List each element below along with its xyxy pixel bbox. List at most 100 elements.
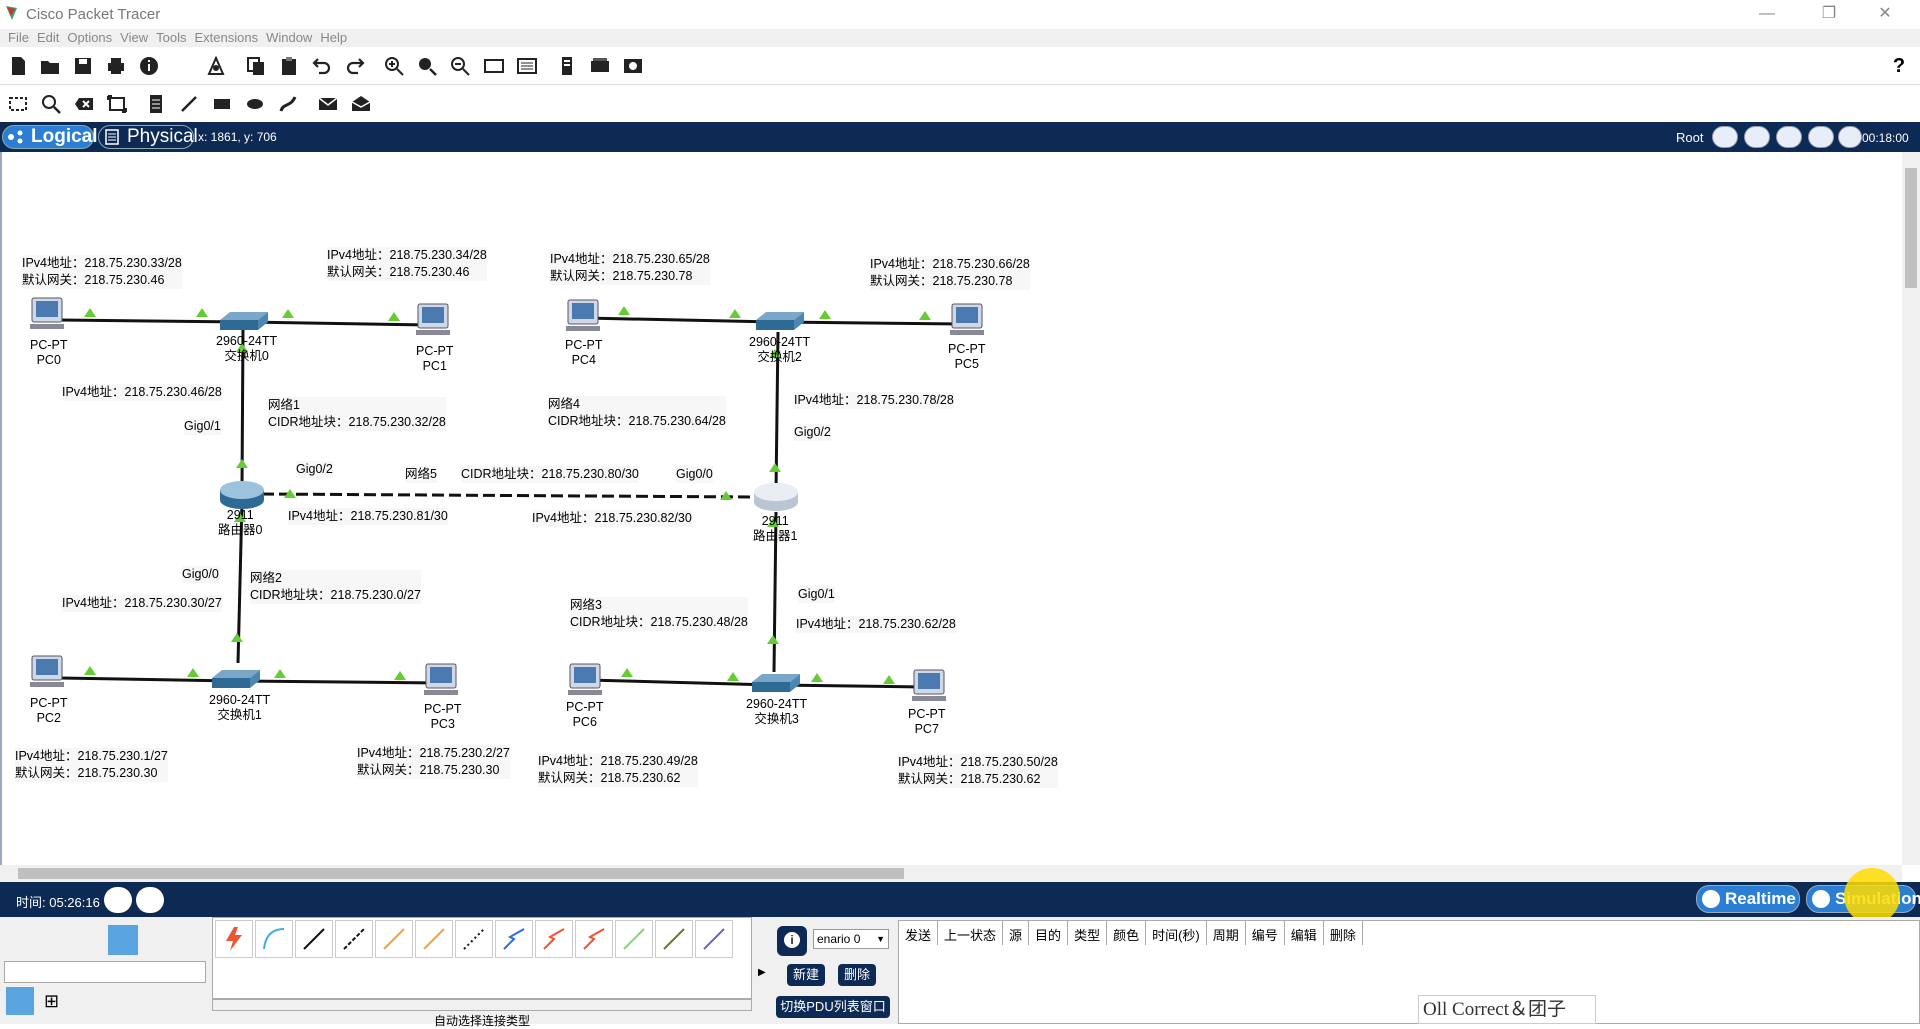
col-source[interactable]: 源 — [1003, 921, 1030, 945]
set-background-icon[interactable] — [1808, 126, 1834, 148]
note-pc3-ip[interactable]: IPv4地址：218.75.230.2/27 默认网关：218.75.230.3… — [357, 745, 510, 779]
scroll-thumb[interactable] — [1905, 168, 1917, 288]
multiuser-icon[interactable] — [176, 925, 206, 955]
connections-icon[interactable] — [108, 925, 138, 955]
fast-forward-icon[interactable] — [136, 887, 164, 913]
col-fire[interactable]: 发送 — [899, 921, 939, 945]
iot-cable-icon[interactable] — [615, 920, 653, 958]
note-pc5-ip[interactable]: IPv4地址：218.75.230.66/28 默认网关：218.75.230.… — [870, 256, 1030, 290]
screenshot-icon[interactable] — [620, 53, 646, 79]
save-icon[interactable] — [70, 53, 96, 79]
note-pc0-ip[interactable]: IPv4地址：218.75.230.33/28 默认网关：218.75.230.… — [22, 255, 182, 289]
freeform-tool-icon[interactable] — [275, 91, 301, 117]
menu-file[interactable]: File — [0, 29, 29, 47]
phone-cable-icon[interactable] — [415, 920, 453, 958]
lightning-icon[interactable] — [6, 987, 34, 1015]
col-periodic[interactable]: 周期 — [1207, 921, 1246, 945]
drawing-palette-icon[interactable] — [481, 53, 507, 79]
note-pc2-ip[interactable]: IPv4地址：218.75.230.1/27 默认网关：218.75.230.3… — [15, 748, 168, 782]
menu-extensions[interactable]: Extensions — [186, 29, 258, 47]
info-button[interactable]: i — [777, 926, 807, 956]
note-router0-g00-ip[interactable]: IPv4地址：218.75.230.30/27 — [62, 595, 222, 612]
undo-icon[interactable] — [309, 53, 335, 79]
col-time[interactable]: 时间(秒) — [1146, 921, 1207, 945]
ellipse-tool-icon[interactable] — [242, 91, 268, 117]
rectangle-tool-icon[interactable] — [209, 91, 235, 117]
note-gig0-2-r0[interactable]: Gig0/2 — [296, 461, 333, 478]
network-devices-icon[interactable] — [6, 925, 36, 955]
auto-connection-icon[interactable] — [215, 920, 253, 958]
octal-icon[interactable] — [575, 920, 613, 958]
new-scenario-button[interactable]: 新建 — [787, 964, 825, 986]
note-pc6-ip[interactable]: IPv4地址：218.75.230.49/28 默认网关：218.75.230.… — [538, 753, 698, 787]
note-pc1-ip[interactable]: IPv4地址：218.75.230.34/28 默认网关：218.75.230.… — [327, 247, 487, 281]
logical-workspace[interactable]: PC-PT PC0 PC-PT PC1 PC-PT PC2 PC-PT PC3 PC-P… — [0, 152, 1920, 865]
move-object-icon[interactable] — [1776, 126, 1802, 148]
serial-dce-icon[interactable] — [495, 920, 533, 958]
horizontal-scrollbar[interactable] — [0, 865, 1902, 882]
expand-arrow-icon[interactable]: ▶ — [758, 967, 766, 978]
misc-icon[interactable] — [142, 925, 172, 955]
note-network1[interactable]: 网络1 CIDR地址块：218.75.230.32/28 — [268, 397, 446, 431]
open-folder-icon[interactable] — [37, 53, 63, 79]
device-pc6[interactable]: PC-PT PC6 — [566, 700, 604, 730]
col-type[interactable]: 类型 — [1068, 921, 1108, 945]
menu-edit[interactable]: Edit — [29, 29, 59, 47]
wireless-cable-icon[interactable] — [695, 920, 733, 958]
print-icon[interactable] — [103, 53, 129, 79]
logical-view-button[interactable]: Logical — [2, 125, 98, 149]
device-pc0[interactable]: PC-PT PC0 — [30, 338, 68, 368]
info-icon[interactable] — [136, 53, 162, 79]
fiber-icon[interactable] — [375, 920, 413, 958]
minimize-button[interactable]: — — [1744, 2, 1790, 26]
palette-scrollbar[interactable] — [212, 999, 752, 1011]
restore-button[interactable]: ❐ — [1806, 2, 1852, 26]
console-cable-icon[interactable] — [255, 920, 293, 958]
simple-pdu-icon[interactable] — [315, 91, 341, 117]
device-pc5[interactable]: PC-PT PC5 — [948, 342, 986, 372]
menu-tools[interactable]: Tools — [148, 29, 186, 47]
note-router1-g02-ip[interactable]: IPv4地址：218.75.230.78/28 — [794, 392, 954, 409]
grid-icon[interactable]: ⊞ — [44, 991, 59, 1012]
note-gig0-0-r1[interactable]: Gig0/0 — [676, 466, 713, 483]
device-pc7[interactable]: PC-PT PC7 — [908, 707, 946, 737]
note-pc4-ip[interactable]: IPv4地址：218.75.230.65/28 默认网关：218.75.230.… — [550, 251, 710, 285]
coaxial-icon[interactable] — [455, 920, 493, 958]
menu-window[interactable]: Window — [258, 29, 312, 47]
end-devices-icon[interactable] — [40, 925, 70, 955]
delete-tool-icon[interactable] — [71, 91, 97, 117]
note-gig0-2-r1[interactable]: Gig0/2 — [794, 424, 831, 441]
complex-pdu-icon[interactable] — [348, 91, 374, 117]
note-router1-g01-ip[interactable]: IPv4地址：218.75.230.62/28 — [796, 616, 956, 633]
scenario-select[interactable]: enario 0 ▼ — [813, 929, 889, 949]
note-network5[interactable]: 网络5 — [405, 466, 437, 483]
col-color[interactable]: 颜色 — [1107, 921, 1147, 945]
menu-view[interactable]: View — [112, 29, 148, 47]
device-switch0[interactable]: 2960-24TT 交换机0 — [216, 334, 277, 364]
components-icon[interactable] — [76, 925, 106, 955]
col-num[interactable]: 编号 — [1246, 921, 1285, 945]
note-gig0-1-r1[interactable]: Gig0/1 — [798, 586, 835, 603]
device-router0[interactable]: 2911 路由器0 — [218, 508, 262, 538]
note-router1-serial-ip[interactable]: IPv4地址：218.75.230.82/30 — [532, 510, 692, 527]
select-tool-icon[interactable] — [5, 91, 31, 117]
crossover-icon[interactable] — [335, 920, 373, 958]
power-cycle-icon[interactable] — [104, 887, 132, 913]
note-network2[interactable]: 网络2 CIDR地址块：218.75.230.0/27 — [250, 570, 421, 604]
note-tool-icon[interactable] — [143, 91, 169, 117]
cluster-icon[interactable] — [554, 53, 580, 79]
zoom-reset-icon[interactable] — [414, 53, 440, 79]
scroll-thumb[interactable] — [18, 868, 904, 879]
straight-through-icon[interactable] — [295, 920, 333, 958]
note-network4[interactable]: 网络4 CIDR地址块：218.75.230.64/28 — [548, 396, 726, 430]
device-switch2[interactable]: 2960-24TT 交换机2 — [749, 335, 810, 365]
col-last-status[interactable]: 上一状态 — [938, 921, 1004, 945]
new-file-icon[interactable] — [5, 53, 31, 79]
device-search[interactable] — [4, 961, 206, 983]
note-pc7-ip[interactable]: IPv4地址：218.75.230.50/28 默认网关：218.75.230.… — [898, 754, 1058, 788]
menu-options[interactable]: Options — [59, 29, 112, 47]
activity-wizard-icon[interactable] — [203, 53, 229, 79]
device-pc3[interactable]: PC-PT PC3 — [424, 702, 462, 732]
vertical-scrollbar[interactable] — [1902, 152, 1920, 865]
col-edit[interactable]: 编辑 — [1285, 921, 1324, 945]
